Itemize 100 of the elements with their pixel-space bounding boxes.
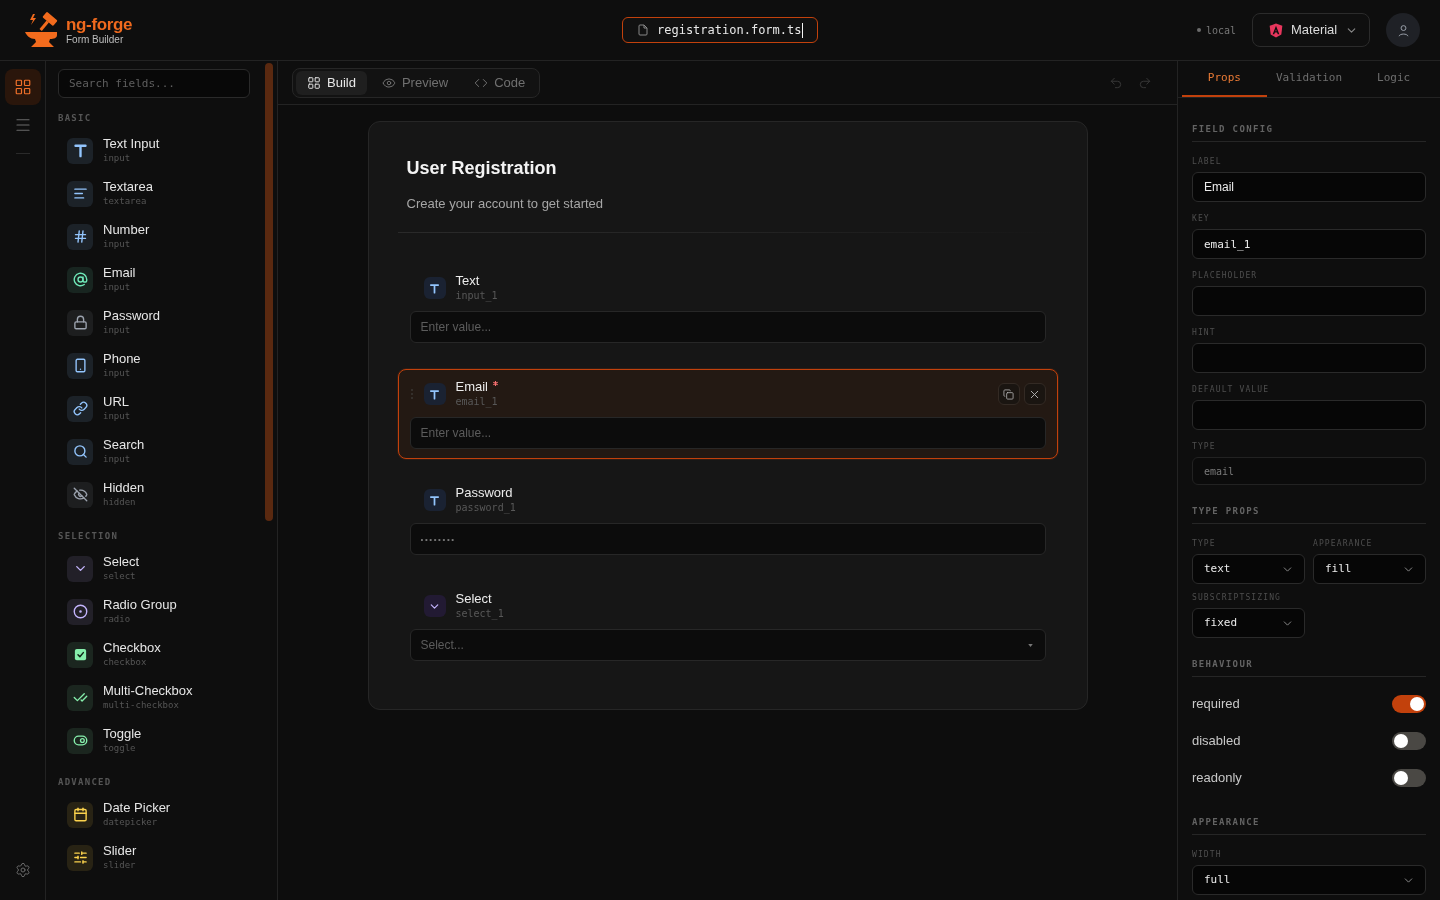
field-label: LABEL — [1192, 157, 1222, 167]
view-tab[interactable]: Code — [463, 70, 537, 95]
undo-icon — [1109, 75, 1123, 90]
panel-tab[interactable]: Validation — [1266, 61, 1352, 97]
copy-icon — [1003, 388, 1014, 400]
form-field[interactable]: Select select_1 Select... — [397, 581, 1058, 671]
input-field[interactable] — [1192, 400, 1426, 430]
letter-t-icon — [423, 383, 446, 405]
letter-t-icon — [423, 489, 446, 511]
field-key: input_1 — [455, 289, 498, 303]
field-label: SUBSCRIPTSIZING — [1192, 593, 1282, 603]
view-tab[interactable]: Build — [296, 70, 367, 95]
palette-item[interactable]: Toggle toggle — [58, 719, 258, 762]
field-label: HINT — [1192, 328, 1216, 338]
settings-icon — [14, 862, 31, 878]
field-label: WIDTH — [1192, 850, 1222, 860]
duplicate-button[interactable] — [997, 383, 1020, 405]
theme-dropdown[interactable]: Material — [1252, 13, 1370, 47]
group-heading: BASIC — [58, 112, 92, 124]
anvil-logo-icon — [24, 11, 60, 49]
field-key: password_1 — [455, 501, 516, 515]
form-subtitle: Create your account to get started — [406, 195, 604, 213]
input-field[interactable]: Enter value... — [409, 311, 1046, 343]
field-key: email_1 — [455, 395, 498, 409]
form-field[interactable]: Password password_1 •••••••• — [397, 475, 1058, 565]
palette-item[interactable]: Email input — [58, 258, 258, 301]
palette-item[interactable]: Text Input input — [58, 129, 258, 172]
group-heading: SELECTION — [58, 530, 119, 542]
search-field[interactable]: Search fields... — [58, 69, 250, 98]
shield-logo-icon — [1268, 21, 1284, 39]
section-title: TYPE PROPS — [1192, 505, 1260, 517]
filename-field[interactable]: registration.form.ts — [622, 17, 818, 43]
grid-icon — [13, 78, 32, 96]
password-field[interactable]: •••••••• — [409, 523, 1046, 555]
menu-icon — [13, 116, 32, 134]
palette-item[interactable]: Number input — [58, 215, 258, 258]
field-key: select_1 — [455, 607, 504, 621]
form-title: User Registration — [406, 157, 557, 180]
group-heading: ADVANCED — [58, 776, 112, 788]
text-cursor — [801, 22, 803, 38]
toggle-label: readonly — [1192, 768, 1242, 787]
palette-item[interactable]: Slider slider — [58, 836, 258, 879]
field-label: Email — [455, 379, 488, 395]
remove-button[interactable] — [1023, 383, 1046, 405]
palette-item[interactable]: Hidden hidden — [58, 473, 258, 516]
section-title: FIELD CONFIG — [1192, 123, 1274, 135]
redo-icon — [1138, 75, 1152, 90]
field-label: Select — [455, 591, 492, 607]
palette-item[interactable]: Search input — [58, 430, 258, 473]
palette-item[interactable]: Textarea textarea — [58, 172, 258, 215]
field-label: DEFAULT VALUE — [1192, 385, 1270, 395]
input-field[interactable]: Enter value... — [409, 417, 1046, 449]
field-label: Password — [455, 485, 513, 501]
toggle-switch[interactable] — [1392, 694, 1426, 713]
field-label: Text — [455, 273, 480, 289]
input-field[interactable]: email_1 — [1192, 229, 1426, 259]
palette-item[interactable]: Multi-Checkbox multi-checkbox — [58, 676, 258, 719]
field-label: TYPE — [1192, 539, 1216, 549]
toggle-label: disabled — [1192, 731, 1241, 750]
toggle-switch[interactable] — [1392, 768, 1426, 787]
brand-name: ng-forge — [66, 14, 133, 34]
panel-tab[interactable]: Props — [1182, 61, 1267, 97]
scrollbar[interactable] — [265, 63, 273, 521]
brand-tagline: Form Builder — [66, 33, 125, 46]
select-field[interactable]: full — [1192, 865, 1426, 895]
select-field[interactable]: text — [1192, 554, 1305, 584]
input-field[interactable] — [1192, 343, 1426, 373]
palette-item[interactable]: Password input — [58, 301, 258, 344]
field-label: PLACEHOLDER — [1192, 271, 1258, 281]
select-field[interactable]: fixed — [1192, 608, 1305, 638]
grid-icon — [307, 75, 321, 90]
palette-item[interactable]: Date Picker datepicker — [58, 793, 258, 836]
view-tab[interactable]: Preview — [370, 70, 460, 95]
letter-t-icon — [423, 277, 446, 299]
environment-label: local — [1205, 23, 1236, 38]
field-label: KEY — [1192, 214, 1210, 224]
select-field[interactable]: fill — [1313, 554, 1426, 584]
form-field[interactable]: Email email_1 Enter value... — [397, 369, 1058, 459]
form-field[interactable]: Text input_1 Enter value... — [397, 263, 1058, 353]
panel-tab[interactable]: Logic — [1351, 61, 1436, 97]
eye-icon — [381, 75, 396, 90]
chevron-down-icon — [423, 595, 446, 617]
caret-down-icon — [1027, 643, 1033, 647]
palette-item[interactable]: Checkbox checkbox — [58, 633, 258, 676]
toggle-label: required — [1192, 694, 1240, 713]
input-field[interactable]: Email — [1192, 172, 1426, 202]
avatar-button[interactable] — [1386, 13, 1420, 47]
palette-item[interactable]: Phone input — [58, 344, 258, 387]
sidebar-tab[interactable] — [4, 69, 41, 105]
toggle-switch[interactable] — [1392, 731, 1426, 750]
palette-item[interactable]: URL input — [58, 387, 258, 430]
palette-item[interactable]: Radio Group radio — [58, 590, 258, 633]
field-label: TYPE — [1192, 442, 1216, 452]
file-icon — [637, 23, 649, 37]
section-title: APPEARANCE — [1192, 816, 1260, 828]
palette-item[interactable]: Select select — [58, 547, 258, 590]
input-field[interactable] — [1192, 286, 1426, 316]
field-label: APPEARANCE — [1313, 539, 1373, 549]
section-title: BEHAVIOUR — [1192, 658, 1253, 670]
user-icon — [1396, 23, 1410, 37]
